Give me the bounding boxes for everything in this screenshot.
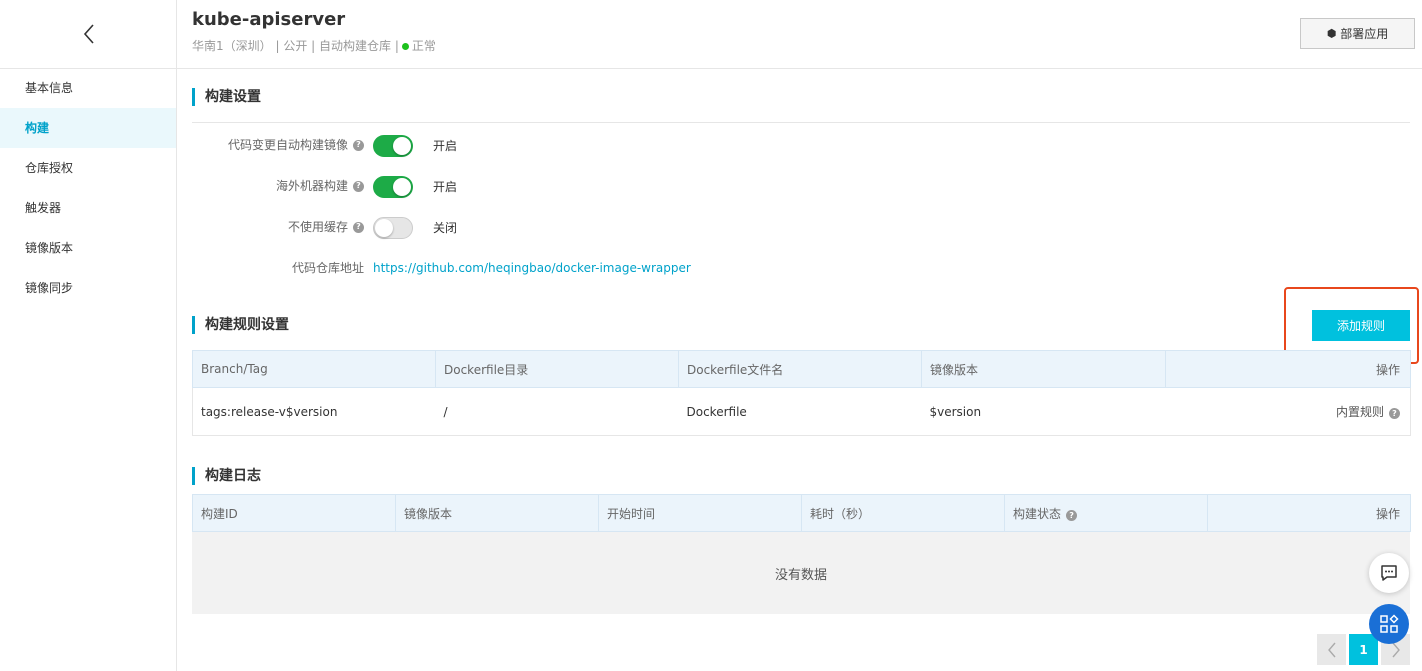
overseas-build-toggle[interactable] [373, 176, 413, 198]
no-cache-toggle[interactable] [373, 217, 413, 239]
overseas-build-row: 海外机器构建? 开启 [192, 174, 792, 198]
column-header: 操作 [1165, 350, 1411, 388]
page-header: kube-apiserver 华南1（深圳） | 公开 | 自动构建仓库 | 正常… [177, 0, 1422, 69]
chat-button[interactable] [1369, 553, 1409, 593]
column-header: 开始时间 [598, 494, 802, 532]
column-header: Dockerfile文件名 [678, 350, 922, 388]
status-dot-icon [401, 42, 409, 50]
add-rule-button[interactable]: 添加规则 [1312, 310, 1410, 341]
deploy-app-button[interactable]: ⬢ 部署应用 [1300, 18, 1415, 49]
apps-button[interactable] [1369, 604, 1409, 644]
deploy-app-label: 部署应用 [1340, 27, 1389, 41]
apps-grid-icon [1380, 614, 1399, 633]
auto-build-state: 开启 [433, 139, 458, 153]
overseas-build-label: 海外机器构建? [276, 174, 364, 198]
repo-meta: 华南1（深圳） | 公开 | 自动构建仓库 | 正常 [192, 37, 436, 54]
pager-prev-button[interactable] [1317, 634, 1346, 665]
section-divider [192, 122, 1410, 123]
table-header-row: Branch/Tag Dockerfile目录 Dockerfile文件名 镜像… [192, 350, 1411, 388]
sidebar-item-build[interactable]: 构建 [0, 108, 176, 148]
repo-type-text: 自动构建仓库 [319, 39, 392, 53]
column-header: Branch/Tag [192, 350, 436, 388]
sidebar-item-image-versions[interactable]: 镜像版本 [0, 228, 176, 268]
no-cache-state: 关闭 [433, 221, 458, 235]
auto-build-row: 代码变更自动构建镜像? 开启 [192, 133, 792, 157]
chevron-left-icon [1327, 642, 1336, 657]
column-header: 镜像版本 [921, 350, 1166, 388]
build-rules-title: 构建规则设置 [192, 316, 289, 334]
help-icon[interactable]: ? [353, 180, 364, 192]
dockerfile-name-cell: Dockerfile [678, 387, 922, 436]
overseas-build-state: 开启 [433, 180, 458, 194]
build-rules-table: Branch/Tag Dockerfile目录 Dockerfile文件名 镜像… [192, 350, 1411, 436]
chevron-right-icon [1391, 642, 1400, 657]
builtin-rule-text: 内置规则 [1335, 405, 1384, 419]
page-title: kube-apiserver [192, 9, 346, 30]
table-header-row: 构建ID 镜像版本 开始时间 耗时（秒） 构建状态? 操作 [192, 494, 1411, 532]
column-header: 镜像版本 [395, 494, 599, 532]
column-header: 构建ID [192, 494, 396, 532]
action-cell: 内置规则? [1165, 387, 1411, 436]
sidebar: 基本信息 构建 仓库授权 触发器 镜像版本 镜像同步 [0, 0, 177, 671]
no-cache-label: 不使用缓存? [288, 215, 364, 239]
build-logs-table: 构建ID 镜像版本 开始时间 耗时（秒） 构建状态? 操作 [192, 494, 1411, 532]
region-text: 华南1（深圳） [192, 39, 272, 53]
column-header: 操作 [1207, 494, 1411, 532]
table-row: tags:release-v$version / Dockerfile $ver… [192, 387, 1411, 436]
visibility-text: 公开 [283, 39, 308, 53]
auto-build-toggle[interactable] [373, 135, 413, 157]
branch-tag-cell: tags:release-v$version [192, 387, 436, 436]
chevron-left-icon [83, 24, 94, 44]
back-button[interactable] [0, 0, 177, 69]
help-icon[interactable]: ? [1389, 408, 1400, 419]
empty-state: 没有数据 [192, 532, 1410, 614]
image-version-cell: $version [921, 387, 1166, 436]
sidebar-item-image-sync[interactable]: 镜像同步 [0, 268, 176, 308]
pager-page-button[interactable]: 1 [1349, 634, 1378, 665]
toggle-knob [393, 137, 411, 155]
dockerfile-dir-cell: / [435, 387, 679, 436]
help-icon[interactable]: ? [353, 221, 364, 233]
no-cache-row: 不使用缓存? 关闭 [192, 215, 792, 239]
build-logs-title: 构建日志 [192, 467, 261, 485]
column-header-status: 构建状态? [1004, 494, 1208, 532]
separator: | [394, 39, 399, 53]
repo-address-label: 代码仓库地址 [291, 261, 364, 275]
chat-icon [1381, 565, 1397, 581]
repo-address-row: 代码仓库地址 https://github.com/heqingbao/dock… [192, 256, 792, 280]
build-settings-title: 构建设置 [192, 88, 261, 106]
column-header: 耗时（秒） [801, 494, 1005, 532]
cube-icon: ⬢ [1326, 27, 1337, 40]
help-icon[interactable]: ? [353, 139, 364, 151]
sidebar-item-repo-auth[interactable]: 仓库授权 [0, 148, 176, 188]
sidebar-item-triggers[interactable]: 触发器 [0, 188, 176, 228]
toggle-knob [375, 219, 393, 237]
sidebar-item-basic-info[interactable]: 基本信息 [0, 68, 176, 108]
help-icon[interactable]: ? [1066, 509, 1078, 521]
repo-address-link[interactable]: https://github.com/heqingbao/docker-imag… [373, 256, 691, 280]
status-text: 正常 [411, 39, 436, 53]
column-header: Dockerfile目录 [435, 350, 679, 388]
toggle-knob [393, 178, 411, 196]
separator: | [311, 39, 320, 53]
auto-build-label: 代码变更自动构建镜像? [228, 133, 364, 157]
